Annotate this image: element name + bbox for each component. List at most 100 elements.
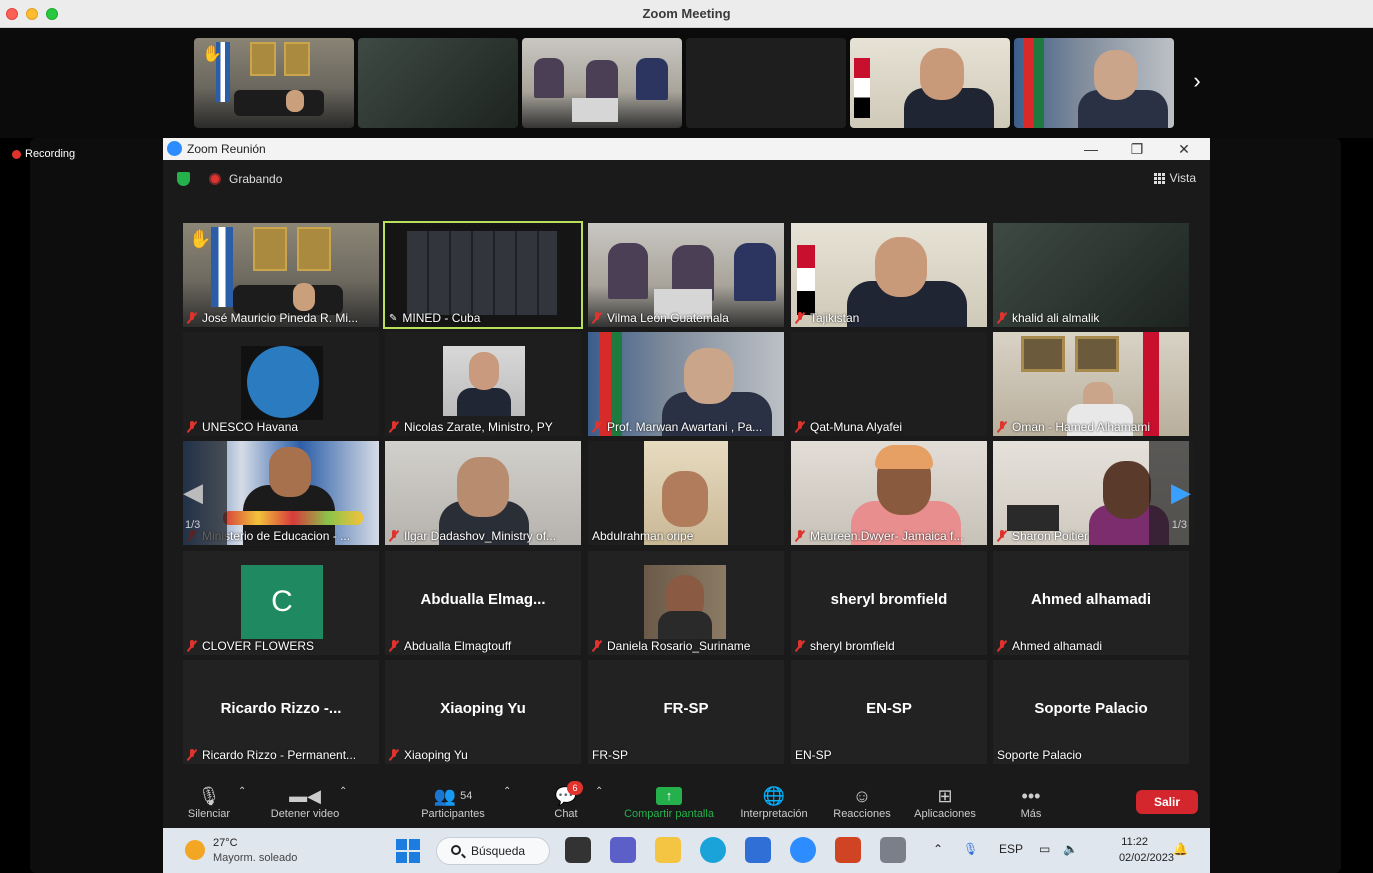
participant-tile-active-speaker[interactable]: ✎ MINED - Cuba <box>383 221 583 329</box>
store-icon[interactable] <box>745 837 771 863</box>
thumbnail-video[interactable] <box>358 38 518 128</box>
participant-name-row: sheryl bromfield <box>795 639 985 653</box>
zoom-app-icon[interactable] <box>790 837 816 863</box>
thumbnail-video[interactable] <box>1014 38 1174 128</box>
muted-mic-icon <box>389 749 399 761</box>
reactions-label: Reacciones <box>833 808 891 820</box>
task-view-icon[interactable] <box>565 837 591 863</box>
chat-button[interactable]: 💬 6 Chat <box>549 781 583 820</box>
participant-name: Prof. Marwan Awartani , Pa... <box>607 420 763 434</box>
participant-tile[interactable]: Oman - Hamed Alhamami <box>993 332 1189 436</box>
participants-button[interactable]: 👥 54 Participantes <box>417 784 489 821</box>
microphone-tray-icon[interactable]: 🎙 <box>963 842 978 856</box>
notification-bell-icon[interactable]: 🔔 <box>1173 842 1188 856</box>
chevron-right-icon[interactable]: › <box>1186 68 1208 98</box>
participant-name-row: Ilgar Dadashov_Ministry of... <box>389 529 579 543</box>
thumbnail-video[interactable] <box>850 38 1010 128</box>
view-button[interactable]: Vista <box>1153 171 1196 185</box>
participant-tile[interactable]: C CLOVER FLOWERS <box>183 551 379 655</box>
chevron-up-icon[interactable]: ⌃ <box>238 786 246 797</box>
participant-name-row: Abdulrahman oripe <box>592 529 782 543</box>
chevron-up-icon[interactable]: ⌃ <box>595 786 603 797</box>
participant-tile[interactable]: Nicolas Zarate, Ministro, PY <box>385 332 581 436</box>
participant-tile[interactable]: Tajikistan <box>791 223 987 327</box>
participant-tile[interactable]: Ilgar Dadashov_Ministry of... <box>385 441 581 545</box>
mute-button[interactable]: 🎙 Silenciar <box>185 784 233 821</box>
sun-cloud-icon[interactable] <box>185 840 205 860</box>
participant-tile[interactable]: Ahmed alhamadi Ahmed alhamadi <box>993 551 1189 655</box>
volume-icon[interactable]: 🔈 <box>1063 842 1078 856</box>
gallery-prev-page-button[interactable]: ◀ 1/3 <box>183 441 227 545</box>
participant-name-row: Ricardo Rizzo - Permanent... <box>187 748 377 762</box>
more-dots-icon: ••• <box>1021 785 1041 806</box>
video-camera-icon: ▬◀ <box>289 785 321 806</box>
participant-tile[interactable]: UNESCO Havana <box>183 332 379 436</box>
language-indicator[interactable]: ESP <box>999 842 1023 856</box>
participant-tile[interactable]: ✋ José Mauricio Pineda R. Mi... <box>183 223 379 327</box>
participant-name-row: José Mauricio Pineda R. Mi... <box>187 311 377 325</box>
muted-mic-icon <box>389 640 399 652</box>
network-icon[interactable]: ▭ <box>1039 842 1050 856</box>
leave-meeting-button[interactable]: Salir <box>1136 790 1198 814</box>
interpretation-label: Interpretación <box>740 808 808 820</box>
gallery-next-page-button[interactable]: ▶ 1/3 <box>1149 441 1193 545</box>
recording-icon[interactable] <box>209 173 221 185</box>
muted-mic-icon <box>795 640 805 652</box>
unesco-logo-icon <box>247 346 319 418</box>
recording-indicator: Recording <box>12 148 75 160</box>
chevron-up-icon[interactable]: ⌃ <box>933 842 943 856</box>
teams-icon[interactable] <box>610 837 636 863</box>
participant-tile[interactable]: Ricardo Rizzo -... Ricardo Rizzo - Perma… <box>183 660 379 764</box>
thumbnail-video[interactable] <box>522 38 682 128</box>
participant-tile[interactable]: FR-SP FR-SP <box>588 660 784 764</box>
globe-icon: 🌐 <box>762 785 786 806</box>
reactions-button[interactable]: ☺ Reacciones <box>829 784 895 821</box>
clock-date[interactable]: 02/02/2023 <box>1119 852 1174 864</box>
window-title: Zoom Meeting <box>642 6 731 21</box>
participant-tile[interactable]: Xiaoping Yu Xiaoping Yu <box>385 660 581 764</box>
participant-tile[interactable]: Abdulrahman oripe <box>588 441 784 545</box>
apps-button[interactable]: ⊞ Aplicaciones <box>909 784 981 821</box>
windows-start-icon[interactable] <box>396 839 420 863</box>
security-shield-icon[interactable] <box>177 172 190 186</box>
participant-tile[interactable]: Soporte Palacio Soporte Palacio <box>993 660 1189 764</box>
participants-icon: 👥 54 <box>433 785 473 806</box>
participant-name-row: khalid ali almalik <box>997 311 1187 325</box>
more-label: Más <box>1020 808 1042 820</box>
view-label: Vista <box>1169 171 1196 185</box>
clock-time[interactable]: 11:22 <box>1121 836 1148 848</box>
participant-display-name: Abdualla Elmag... <box>420 591 546 608</box>
participant-name: Abdulrahman oripe <box>592 529 694 543</box>
participant-name-row: Daniela Rosario_Suriname <box>592 639 782 653</box>
calendar-app-icon[interactable] <box>880 837 906 863</box>
share-screen-button[interactable]: ↑ Compartir pantalla <box>619 784 719 820</box>
inner-minimize-button[interactable]: — <box>1068 138 1114 160</box>
inner-close-button[interactable]: ✕ <box>1161 138 1207 160</box>
edge-browser-icon[interactable] <box>700 837 726 863</box>
participant-tile[interactable]: Daniela Rosario_Suriname <box>588 551 784 655</box>
participant-name: Daniela Rosario_Suriname <box>607 639 751 653</box>
participant-tile[interactable]: Prof. Marwan Awartani , Pa... <box>588 332 784 436</box>
participant-tile[interactable]: sheryl bromfield sheryl bromfield <box>791 551 987 655</box>
powerpoint-icon[interactable] <box>835 837 861 863</box>
participant-name: Maureen.Dwyer- Jamaica f... <box>810 529 964 543</box>
taskbar-search[interactable]: Búsqueda <box>436 837 550 865</box>
participant-tile[interactable]: EN-SP EN-SP <box>791 660 987 764</box>
thumbnail-video[interactable]: ✋ <box>194 38 354 128</box>
interpretation-button[interactable]: 🌐 Interpretación <box>735 784 813 821</box>
file-explorer-icon[interactable] <box>655 837 681 863</box>
muted-mic-icon <box>997 640 1007 652</box>
chevron-up-icon[interactable]: ⌃ <box>503 786 511 797</box>
chevron-up-icon[interactable]: ⌃ <box>339 786 347 797</box>
inner-maximize-button[interactable]: ❐ <box>1114 138 1160 160</box>
participant-tile[interactable]: Maureen.Dwyer- Jamaica f... <box>791 441 987 545</box>
muted-mic-icon <box>997 530 1007 542</box>
thumbnail-video[interactable] <box>686 38 846 128</box>
participant-tile[interactable]: Qat-Muna Alyafei <box>791 332 987 436</box>
participant-display-name: FR-SP <box>663 700 709 717</box>
stop-video-button[interactable]: ▬◀ Detener video <box>265 784 345 821</box>
participant-tile[interactable]: khalid ali almalik <box>993 223 1189 327</box>
participant-tile[interactable]: Vilma León Guatemala <box>588 223 784 327</box>
participant-tile[interactable]: Abdualla Elmag... Abdualla Elmagtouff <box>385 551 581 655</box>
more-button[interactable]: ••• Más <box>1013 784 1049 821</box>
